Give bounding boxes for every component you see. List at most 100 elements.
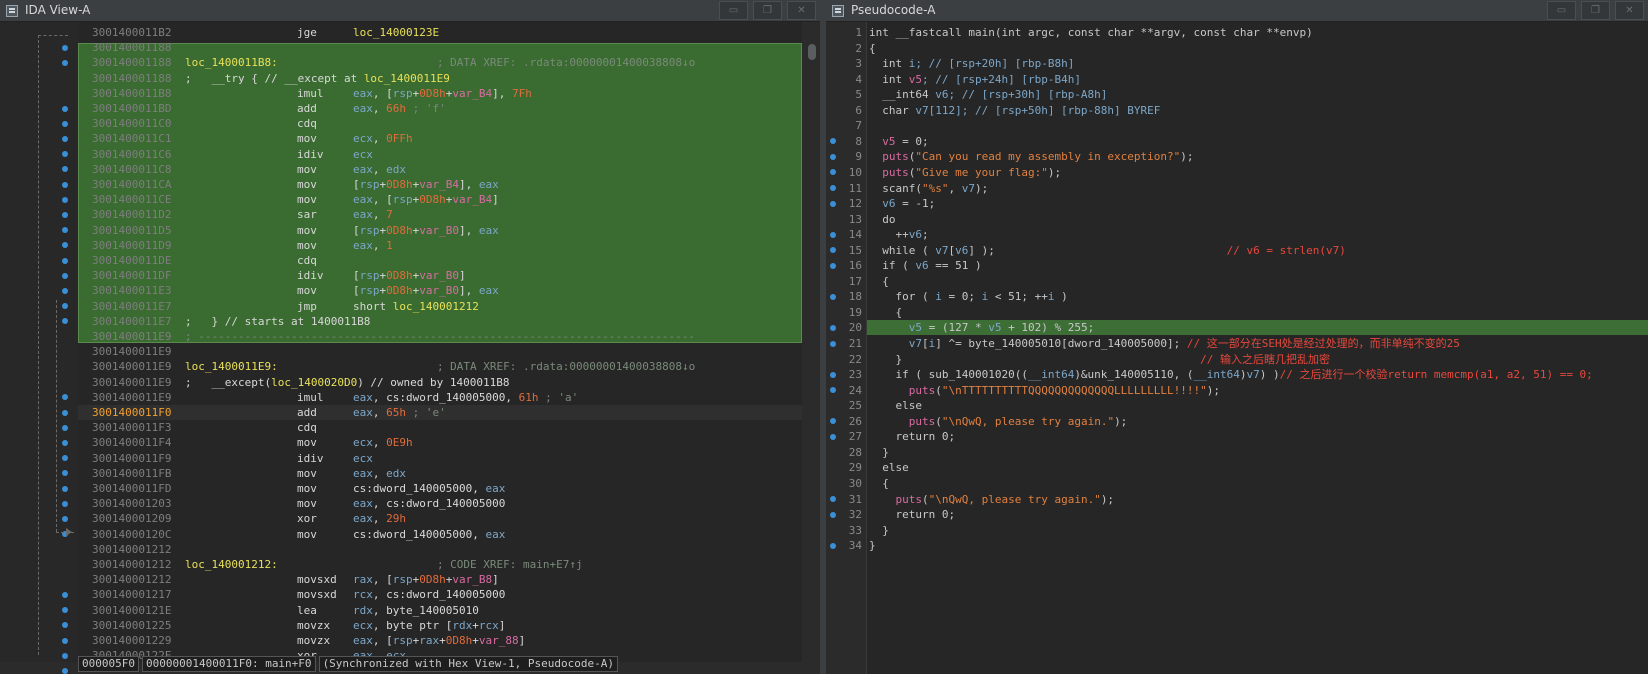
disasm-line[interactable]: 300140001212 loc_140001212: ; CODE XREF: … — [78, 557, 802, 572]
pseudocode-line[interactable]: __int64 v6; // [rsp+30h] [rbp-A8h] — [867, 87, 1648, 102]
close-button[interactable]: ✕ — [787, 1, 816, 20]
disasm-line[interactable]: 300140001212 movsxd rax, [rsp+0D8h+var_B8] — [78, 572, 802, 587]
disasm-line[interactable]: 3001400011BD add eax, 66h ; 'f' — [78, 101, 802, 116]
disasm-line[interactable]: 3001400011C6 idiv ecx — [78, 147, 802, 162]
disasm-line[interactable]: 300140001229 movzx eax, [rsp+rax+0D8h+var_… — [78, 633, 802, 648]
pseudocode-line[interactable]: v7[i] ^= byte_140005010[dword_140005000]… — [867, 336, 1648, 351]
disasm-line[interactable]: 3001400011E9 ; __except(loc_1400020D0) //… — [78, 375, 802, 390]
pseudocode-line[interactable]: else — [867, 460, 1648, 475]
breakpoint-marker[interactable] — [830, 185, 836, 191]
pseudocode-line[interactable]: int v5; // [rsp+24h] [rbp-B4h] — [867, 72, 1648, 87]
ida-view-pane[interactable]: IDA View-A ▭ ❐ ✕ 3001400011B2 jge loc_1400… — [0, 0, 820, 674]
pseudocode-line[interactable]: int __fastcall main(int argc, const char… — [867, 25, 1648, 40]
pseudocode-line[interactable]: puts("\nTTTTTTTTTTQQQQQQQQQQQQQLLLLLLLLL… — [867, 383, 1648, 398]
breakpoint-marker[interactable] — [830, 262, 836, 269]
pseudocode-line[interactable]: puts("\nQwQ, please try again."); — [867, 414, 1648, 429]
pseudocode-pane[interactable]: Pseudocode-A ▭ ❐ ✕ 1 2 3 4 5 6 7 8 9 10 11 12 13 14 15… — [826, 0, 1648, 674]
pseudocode-titlebar[interactable]: Pseudocode-A ▭ ❐ ✕ — [826, 0, 1648, 22]
disasm-line[interactable]: 3001400011F9 idiv ecx — [78, 451, 802, 466]
disasm-line[interactable]: 300140001225 movzx ecx, byte ptr [rdx+rcx] — [78, 618, 802, 633]
disasm-line[interactable]: 3001400011D5 mov [rsp+0D8h+var_B0], eax — [78, 223, 802, 238]
pseudocode-line[interactable]: char v7[112]; // [rsp+50h] [rbp-88h] BYR… — [867, 103, 1648, 118]
pseudocode-listing[interactable]: int __fastcall main(int argc, const char… — [866, 22, 1648, 674]
disasm-line[interactable]: 3001400011F4 mov ecx, 0E9h — [78, 435, 802, 450]
pseudocode-line[interactable]: for ( i = 0; i < 51; ++i ) — [867, 289, 1648, 304]
disasm-line[interactable]: 3001400011D2 sar eax, 7 — [78, 207, 802, 222]
pseudocode-line[interactable]: puts("Can you read my assembly in except… — [867, 149, 1648, 164]
pseudocode-line[interactable]: { — [867, 305, 1648, 320]
pseudocode-line[interactable]: } — [867, 538, 1648, 553]
pseudocode-line[interactable]: v6 = -1; — [867, 196, 1648, 211]
pseudocode-line[interactable]: if ( sub_140001020((__int64)&unk_1400051… — [867, 367, 1648, 382]
disasm-line[interactable]: 3001400011B8 imul eax, [rsp+0D8h+var_B4], … — [78, 86, 802, 101]
pseudocode-line[interactable]: } — [867, 445, 1648, 460]
disasm-line[interactable]: 3001400011FB mov eax, edx — [78, 466, 802, 481]
pseudocode-line[interactable] — [867, 118, 1648, 133]
breakpoint-marker[interactable] — [830, 324, 836, 331]
ida-view-titlebar[interactable]: IDA View-A ▭ ❐ ✕ — [0, 0, 820, 22]
disasm-line[interactable]: 300140001212 — [78, 542, 802, 557]
breakpoint-marker[interactable] — [830, 542, 836, 549]
pseudocode-line[interactable]: puts("Give me your flag:"); — [867, 165, 1648, 180]
disassembly-listing[interactable]: 3001400011B2 jge loc_14000123E 300140001188… — [78, 22, 802, 662]
breakpoint-marker[interactable] — [830, 511, 836, 518]
breakpoint-marker[interactable] — [830, 340, 836, 347]
disasm-line[interactable]: 3001400011C1 mov ecx, 0FFh — [78, 131, 802, 146]
pseudocode-line[interactable]: { — [867, 41, 1648, 56]
disasm-line[interactable]: 30014000120C mov cs:dword_140005000, eax — [78, 527, 802, 542]
breakpoint-marker[interactable] — [830, 200, 836, 207]
pseudocode-line[interactable]: { — [867, 274, 1648, 289]
restore-button[interactable]: ▭ — [719, 1, 748, 20]
disasm-line[interactable]: 3001400011DF idiv [rsp+0D8h+var_B0] — [78, 268, 802, 283]
pseudocode-line[interactable]: puts("\nQwQ, please try again."); — [867, 492, 1648, 507]
disasm-line[interactable]: 300140001209 xor eax, 29h — [78, 511, 802, 526]
pseudocode-line[interactable]: do — [867, 212, 1648, 227]
disasm-line[interactable]: 3001400011E3 mov [rsp+0D8h+var_B0], eax — [78, 283, 802, 298]
pseudocode-line[interactable]: while ( v7[v6] ); // v6 = strlen(v7) — [867, 243, 1648, 258]
disasm-line[interactable]: 3001400011E9 ; --------------------------… — [78, 329, 802, 344]
pseudocode-line[interactable]: return 0; — [867, 507, 1648, 522]
disasm-line[interactable]: 300140001188 loc_1400011B8: ; DATA XREF: … — [78, 55, 802, 70]
disasm-line[interactable]: 300140001217 movsxd rcx, cs:dword_14000500… — [78, 587, 802, 602]
disasm-line[interactable]: 3001400011DE cdq — [78, 253, 802, 268]
breakpoint-marker[interactable] — [830, 433, 836, 440]
pseudocode-line[interactable]: return 0; — [867, 429, 1648, 444]
disasm-line[interactable]: 300140001188 ; __try { // __except at loc… — [78, 71, 802, 86]
pseudocode-line[interactable]: else — [867, 398, 1648, 413]
pseudocode-line[interactable]: ++v6; — [867, 227, 1648, 242]
pseudocode-line[interactable]: int i; // [rsp+20h] [rbp-B8h] — [867, 56, 1648, 71]
breakpoint-marker[interactable] — [830, 153, 836, 160]
float-button[interactable]: ❐ — [1581, 1, 1610, 20]
breakpoint-marker[interactable] — [830, 231, 836, 238]
disasm-line[interactable]: 3001400011E7 jmp short loc_140001212 — [78, 299, 802, 314]
scrollbar-thumb[interactable] — [808, 44, 816, 60]
disasm-line[interactable]: 30014000121E lea rdx, byte_140005010 — [78, 603, 802, 618]
disasm-line[interactable]: 3001400011D9 mov eax, 1 — [78, 238, 802, 253]
disasm-line[interactable]: 3001400011E9 imul eax, cs:dword_140005000,… — [78, 390, 802, 405]
disasm-line[interactable]: 3001400011CE mov eax, [rsp+0D8h+var_B4] — [78, 192, 802, 207]
pseudocode-line[interactable]: { — [867, 476, 1648, 491]
disasm-line[interactable]: 3001400011C8 mov eax, edx — [78, 162, 802, 177]
disasm-line[interactable]: 3001400011C0 cdq — [78, 116, 802, 131]
disasm-line[interactable]: 3001400011F0 add eax, 65h ; 'e' — [78, 405, 802, 420]
vertical-scrollbar[interactable] — [804, 40, 818, 660]
disasm-line[interactable]: 3001400011FD mov cs:dword_140005000, eax — [78, 481, 802, 496]
disasm-line[interactable]: 3001400011E9 loc_1400011E9: ; DATA XREF: … — [78, 359, 802, 374]
disasm-line[interactable]: 3001400011F3 cdq — [78, 420, 802, 435]
breakpoint-marker[interactable] — [830, 293, 836, 300]
pseudocode-line[interactable]: v5 = (127 * v5 + 102) % 255; — [867, 320, 1648, 336]
pseudocode-line[interactable]: scanf("%s", v7); — [867, 181, 1648, 196]
breakpoint-marker[interactable] — [830, 371, 836, 378]
restore-button[interactable]: ▭ — [1547, 1, 1576, 20]
pseudocode-line[interactable]: } // 输入之后瞎几把乱加密 — [867, 352, 1648, 367]
disasm-line[interactable]: 3001400011E9 — [78, 344, 802, 359]
disasm-line[interactable]: 3001400011CA mov [rsp+0D8h+var_B4], eax — [78, 177, 802, 192]
breakpoint-marker[interactable] — [830, 496, 836, 502]
close-button[interactable]: ✕ — [1615, 1, 1644, 20]
pseudocode-line[interactable]: v5 = 0; — [867, 134, 1648, 149]
disasm-line[interactable]: 3001400011B2 jge loc_14000123E — [78, 25, 802, 40]
float-button[interactable]: ❐ — [753, 1, 782, 20]
breakpoint-marker[interactable] — [62, 667, 68, 674]
disasm-line[interactable]: 3001400011E7 ; } // starts at 1400011B8 — [78, 314, 802, 329]
disasm-line[interactable]: 300140001203 mov eax, cs:dword_140005000 — [78, 496, 802, 511]
